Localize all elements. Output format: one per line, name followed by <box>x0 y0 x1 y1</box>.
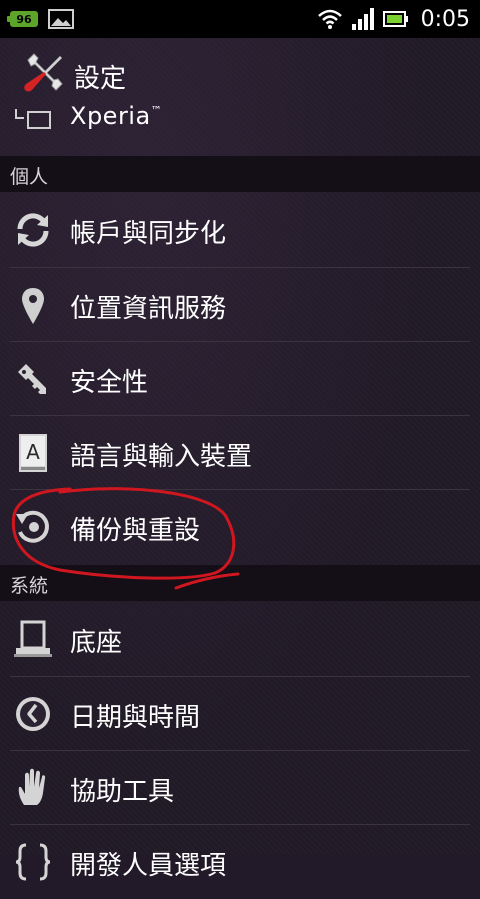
settings-item-security[interactable]: 安全性 <box>0 342 480 416</box>
backup-restore-icon <box>16 510 49 543</box>
clock-icon <box>16 697 50 731</box>
settings-item-developer-options[interactable]: 開發人員選項 <box>0 825 480 899</box>
svg-text:A: A <box>26 440 40 464</box>
key-icon <box>18 364 46 394</box>
status-bar: 96 0:05 <box>0 0 480 38</box>
battery-level-text: 96 <box>16 12 32 26</box>
settings-item-date-time[interactable]: 日期與時間 <box>0 677 480 751</box>
settings-item-accessibility[interactable]: 協助工具 <box>0 751 480 825</box>
settings-item-label: 帳戶與同步化 <box>70 219 227 249</box>
signal-icon <box>351 8 374 30</box>
settings-item-label: 開發人員選項 <box>70 851 227 881</box>
tools-icon <box>24 53 63 92</box>
dock-stand-icon <box>14 620 52 657</box>
section-title-system: 系統 <box>10 575 49 597</box>
trademark-symbol: ™ <box>150 104 163 117</box>
settings-item-label: 日期與時間 <box>70 703 201 733</box>
section-title-personal: 個人 <box>10 166 49 188</box>
section-header-system: 系統 <box>0 565 480 601</box>
clock-time: 0:05 <box>420 6 470 32</box>
device-name-text: Xperia <box>70 102 151 130</box>
image-notification-icon <box>48 9 74 29</box>
section-header-personal: 個人 <box>0 156 480 192</box>
settings-item-backup-reset[interactable]: 備份與重設 <box>0 490 480 564</box>
settings-item-accounts-sync[interactable]: 帳戶與同步化 <box>0 193 480 267</box>
settings-item-label: 協助工具 <box>70 777 175 807</box>
wifi-icon <box>317 9 342 29</box>
battery-icon <box>382 11 408 27</box>
settings-item-label: 位置資訊服務 <box>70 294 227 324</box>
dock-icon <box>15 109 51 129</box>
settings-item-label: 語言與輸入裝置 <box>70 442 253 472</box>
settings-item-label: 安全性 <box>70 368 149 398</box>
settings-header: 設定 Xperia™ <box>0 38 480 156</box>
battery-level-icon: 96 <box>7 11 38 27</box>
hand-icon <box>18 768 46 805</box>
settings-item-label: 底座 <box>70 628 123 658</box>
language-icon: A <box>19 434 47 472</box>
device-name: Xperia™ <box>70 102 162 130</box>
developer-icon <box>15 843 51 881</box>
sync-icon <box>17 213 49 247</box>
settings-item-language-input[interactable]: A 語言與輸入裝置 <box>0 416 480 490</box>
settings-item-label: 備份與重設 <box>70 516 201 546</box>
location-pin-icon <box>22 288 44 324</box>
page-title: 設定 <box>74 64 127 94</box>
settings-item-dock[interactable]: 底座 <box>0 602 480 676</box>
settings-item-location[interactable]: 位置資訊服務 <box>0 268 480 342</box>
